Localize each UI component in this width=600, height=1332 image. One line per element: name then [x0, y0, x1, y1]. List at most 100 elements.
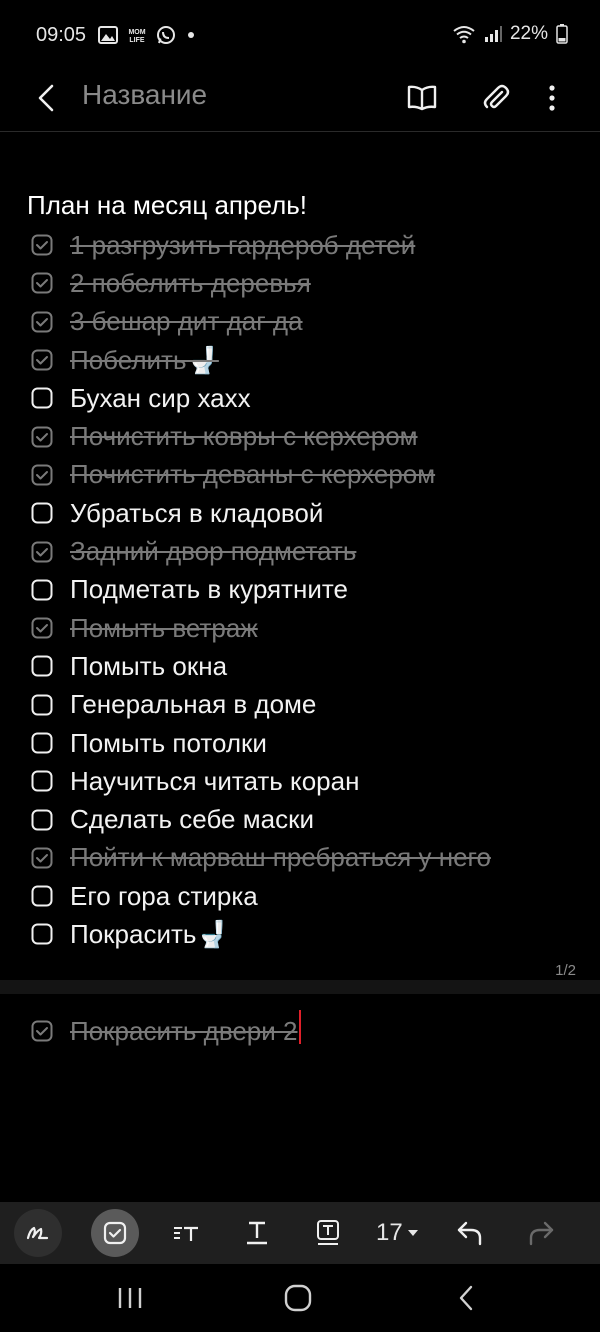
more-icon	[549, 85, 555, 111]
checklist-item-text[interactable]: Покрасить двери 2	[70, 1016, 297, 1047]
checklist-item-text[interactable]: Помыть окна	[70, 651, 227, 682]
checklist-item[interactable]: Помыть ветраж	[0, 609, 600, 647]
checklist-item-text[interactable]: Помыть ветраж	[70, 613, 258, 644]
note-title-field[interactable]: Название	[82, 79, 207, 111]
checklist-item[interactable]: Побелить🚽	[0, 341, 600, 379]
checklist-item-text[interactable]: Пойти к марваш пребраться у него	[70, 842, 491, 873]
checkbox-empty-icon[interactable]	[31, 809, 53, 831]
checkbox-checked-icon[interactable]	[31, 1020, 53, 1042]
checklist-item[interactable]: Покрасить двери 2	[0, 1010, 600, 1050]
checkbox-checked-icon[interactable]	[31, 272, 53, 294]
checklist-item-text[interactable]: Бухан сир хахх	[70, 383, 251, 414]
checklist-item[interactable]: Покрасить🚽	[0, 915, 600, 953]
pen-button[interactable]	[14, 1209, 62, 1257]
nav-back-button[interactable]	[436, 1278, 496, 1318]
reading-mode-button[interactable]	[400, 76, 444, 120]
checklist-item[interactable]: Его гора стирка	[0, 877, 600, 915]
checklist-item-text[interactable]: Убраться в кладовой	[70, 498, 323, 529]
battery-percent: 22%	[509, 23, 548, 44]
home-button[interactable]	[268, 1278, 328, 1318]
text-style-button[interactable]	[162, 1209, 210, 1257]
checklist-item[interactable]: Убраться в кладовой	[0, 494, 600, 532]
checklist-item[interactable]: Задний двор подметать	[0, 532, 600, 570]
undo-icon	[457, 1221, 482, 1246]
checkbox-empty-icon[interactable]	[31, 502, 53, 524]
checklist-item[interactable]: Подметать в курятните	[0, 571, 600, 609]
home-icon	[284, 1284, 312, 1312]
recents-button[interactable]	[100, 1278, 160, 1318]
checkbox-empty-icon[interactable]	[31, 732, 53, 754]
checklist-item[interactable]: Пойти к марваш пребраться у него	[0, 839, 600, 877]
checklist-item-text[interactable]: 2 побелить деревья	[70, 268, 311, 299]
checkbox-checked-icon[interactable]	[31, 464, 53, 486]
note-header: Название	[0, 66, 600, 132]
checkbox-checked-icon[interactable]	[31, 426, 53, 448]
checklist-item-text[interactable]: Почистить деваны с керхером	[70, 459, 435, 490]
page-indicator: 1/2	[555, 962, 576, 979]
checklist-item-text[interactable]: Его гора стирка	[70, 881, 258, 912]
checkbox-checked-icon[interactable]	[31, 541, 53, 563]
checkbox-empty-icon[interactable]	[31, 579, 53, 601]
text-box-button[interactable]	[304, 1209, 352, 1257]
undo-button[interactable]	[446, 1209, 494, 1257]
checkbox-empty-icon[interactable]	[31, 655, 53, 677]
checkbox-checked-icon[interactable]	[31, 617, 53, 639]
underline-button[interactable]	[233, 1209, 281, 1257]
checkbox-empty-icon[interactable]	[31, 885, 53, 907]
checkbox-checked-icon[interactable]	[31, 847, 53, 869]
checklist-item-text[interactable]: Почистить ковры с керхером	[70, 421, 418, 452]
back-icon	[459, 1285, 473, 1311]
checklist-item-text[interactable]: Подметать в курятните	[70, 574, 348, 605]
chevron-left-icon	[38, 84, 54, 112]
checklist-item[interactable]: Сделать себе маски	[0, 800, 600, 838]
checklist-item[interactable]: Помыть потолки	[0, 724, 600, 762]
caret-down-icon	[407, 1230, 418, 1236]
note-heading[interactable]: План на месяц апрель!	[27, 190, 307, 221]
font-size-dropdown[interactable]: 17	[376, 1219, 419, 1247]
checklist-item-text[interactable]: Задний двор подметать	[70, 536, 356, 567]
redo-button[interactable]	[517, 1209, 565, 1257]
checkbox-checked-icon[interactable]	[31, 311, 53, 333]
recents-icon	[118, 1288, 142, 1308]
checkbox-empty-icon[interactable]	[31, 387, 53, 409]
checklist-item[interactable]: Почистить деваны с керхером	[0, 456, 600, 494]
attach-button[interactable]	[474, 76, 518, 120]
checkbox-checked-icon[interactable]	[31, 234, 53, 256]
status-bar: 09:05 MOM LIFE 22%	[0, 0, 600, 66]
checkbox-checked-icon[interactable]	[31, 349, 53, 371]
checklist-item[interactable]: Помыть окна	[0, 647, 600, 685]
checklist-item[interactable]: 2 побелить деревья	[0, 264, 600, 302]
page-divider	[0, 980, 600, 994]
text-style-icon	[174, 1226, 198, 1241]
checklist-item-text[interactable]: Генеральная в доме	[70, 689, 316, 720]
checklist-item[interactable]: Почистить ковры с керхером	[0, 417, 600, 455]
checkbox-empty-icon[interactable]	[31, 770, 53, 792]
more-options-button[interactable]	[530, 76, 574, 120]
back-button[interactable]	[26, 76, 66, 120]
dot-icon	[188, 32, 194, 38]
checklist-item-text[interactable]: Покрасить🚽	[70, 919, 229, 950]
notification-icons: MOM LIFE	[98, 24, 198, 46]
checklist-item-text[interactable]: 3 бешар дит даг да	[70, 306, 303, 337]
checkbox-tool-button[interactable]	[91, 1209, 139, 1257]
checklist-item[interactable]: Научиться читать коран	[0, 762, 600, 800]
checklist-item-text[interactable]: Научиться читать коран	[70, 766, 359, 797]
font-size-value: 17	[376, 1219, 403, 1246]
checkbox-empty-icon[interactable]	[31, 923, 53, 945]
checkbox-icon	[103, 1221, 127, 1245]
checklist-item[interactable]: 3 бешар дит даг да	[0, 303, 600, 341]
checklist-item-text[interactable]: Побелить🚽	[70, 345, 219, 376]
checklist-item-text[interactable]: Помыть потолки	[70, 728, 267, 759]
checklist-item-text[interactable]: 1 разгрузить гардероб детей	[70, 230, 415, 261]
checklist-item[interactable]: Бухан сир хахх	[0, 379, 600, 417]
momlife-app-icon: MOM LIFE	[128, 29, 145, 44]
status-time: 09:05	[36, 24, 87, 46]
checklist-item[interactable]: Генеральная в доме	[0, 686, 600, 724]
pen-icon	[26, 1226, 49, 1240]
svg-text:MOM: MOM	[128, 29, 145, 36]
checkbox-empty-icon[interactable]	[31, 694, 53, 716]
redo-icon	[529, 1221, 554, 1246]
image-icon	[98, 26, 118, 44]
checklist-item-text[interactable]: Сделать себе маски	[70, 804, 314, 835]
checklist-item[interactable]: 1 разгрузить гардероб детей	[0, 226, 600, 264]
